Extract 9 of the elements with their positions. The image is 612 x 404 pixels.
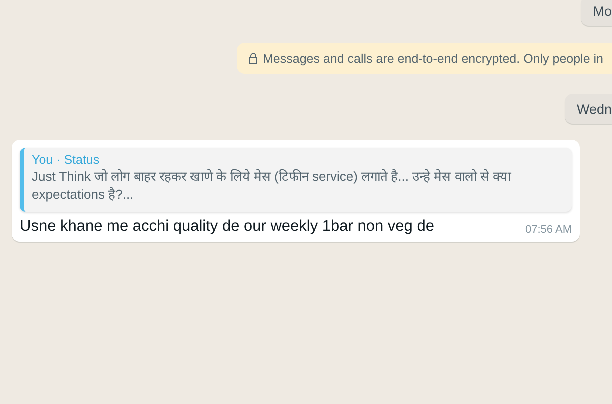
date-chip: Wedn: [564, 94, 612, 124]
message-time: 07:56 AM: [526, 224, 572, 236]
date-chip: Mo: [581, 0, 612, 26]
notice-text: Messages and calls are end-to-end encrypted. Only people in: [263, 52, 604, 66]
quote-text: Just Think जो लोग बाहर रहकर खाणे के लिये मेस (टिफीन service) लगाते है... उन्हे मेस वालो से क्या expectations है?...: [32, 168, 512, 204]
quote-author: You · Status: [32, 153, 101, 167]
lock-icon: [249, 53, 258, 64]
quoted-status[interactable]: You · Status Just Think जो लोग बाहर रहकर खाणे के लिये मेस (टिफीन service) लगाते है... उन्हे मेस वालो से क्या expectations है?...: [20, 148, 572, 212]
message-text: Usne khane me acchi quality de our weekly 1bar non veg de: [20, 218, 434, 236]
